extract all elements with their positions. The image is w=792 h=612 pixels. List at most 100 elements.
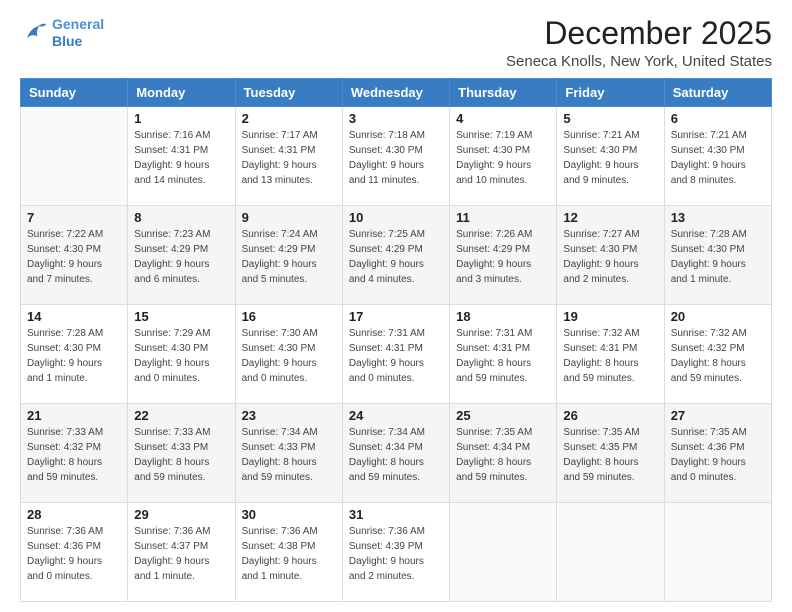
day-number: 11 [456, 210, 550, 225]
col-thursday: Thursday [450, 79, 557, 107]
day-info: Sunrise: 7:30 AM Sunset: 4:30 PM Dayligh… [242, 326, 336, 386]
day-number: 16 [242, 309, 336, 324]
page: General Blue December 2025 Seneca Knolls… [0, 0, 792, 612]
day-info: Sunrise: 7:19 AM Sunset: 4:30 PM Dayligh… [456, 128, 550, 188]
day-info: Sunrise: 7:36 AM Sunset: 4:36 PM Dayligh… [27, 524, 121, 584]
table-row: 13 Sunrise: 7:28 AM Sunset: 4:30 PM Dayli… [664, 206, 771, 305]
day-number: 28 [27, 507, 121, 522]
month-title: December 2025 [506, 16, 772, 51]
day-number: 17 [349, 309, 443, 324]
day-number: 27 [671, 408, 765, 423]
day-number: 24 [349, 408, 443, 423]
table-row: 31 Sunrise: 7:36 AM Sunset: 4:39 PM Dayli… [342, 503, 449, 602]
header: General Blue December 2025 Seneca Knolls… [20, 16, 772, 70]
day-number: 31 [349, 507, 443, 522]
day-number: 21 [27, 408, 121, 423]
table-row: 14Sunrise: 7:28 AM Sunset: 4:30 PM Dayli… [21, 305, 128, 404]
table-row: 20 Sunrise: 7:32 AM Sunset: 4:32 PM Dayli… [664, 305, 771, 404]
table-row: 16 Sunrise: 7:30 AM Sunset: 4:30 PM Dayli… [235, 305, 342, 404]
day-info: Sunrise: 7:34 AM Sunset: 4:33 PM Dayligh… [242, 425, 336, 485]
day-number: 7 [27, 210, 121, 225]
col-friday: Friday [557, 79, 664, 107]
table-row: 24 Sunrise: 7:34 AM Sunset: 4:34 PM Dayli… [342, 404, 449, 503]
day-info: Sunrise: 7:26 AM Sunset: 4:29 PM Dayligh… [456, 227, 550, 287]
day-number: 4 [456, 111, 550, 126]
calendar-week-row: 1 Sunrise: 7:16 AM Sunset: 4:31 PM Daylig… [21, 107, 772, 206]
table-row: 11 Sunrise: 7:26 AM Sunset: 4:29 PM Dayli… [450, 206, 557, 305]
table-row: 26 Sunrise: 7:35 AM Sunset: 4:35 PM Dayli… [557, 404, 664, 503]
day-number: 23 [242, 408, 336, 423]
day-number: 8 [134, 210, 228, 225]
day-number: 12 [563, 210, 657, 225]
day-number: 26 [563, 408, 657, 423]
day-number: 25 [456, 408, 550, 423]
day-info: Sunrise: 7:17 AM Sunset: 4:31 PM Dayligh… [242, 128, 336, 188]
day-number: 30 [242, 507, 336, 522]
day-info: Sunrise: 7:36 AM Sunset: 4:38 PM Dayligh… [242, 524, 336, 584]
table-row: 22Sunrise: 7:33 AM Sunset: 4:33 PM Dayli… [128, 404, 235, 503]
col-monday: Monday [128, 79, 235, 107]
day-info: Sunrise: 7:36 AM Sunset: 4:39 PM Dayligh… [349, 524, 443, 584]
table-row: 12 Sunrise: 7:27 AM Sunset: 4:30 PM Dayli… [557, 206, 664, 305]
table-row: 23 Sunrise: 7:34 AM Sunset: 4:33 PM Dayli… [235, 404, 342, 503]
day-info: Sunrise: 7:24 AM Sunset: 4:29 PM Dayligh… [242, 227, 336, 287]
day-number: 9 [242, 210, 336, 225]
table-row: 27 Sunrise: 7:35 AM Sunset: 4:36 PM Dayli… [664, 404, 771, 503]
table-row [21, 107, 128, 206]
day-number: 15 [134, 309, 228, 324]
table-row: 29 Sunrise: 7:36 AM Sunset: 4:37 PM Dayli… [128, 503, 235, 602]
day-info: Sunrise: 7:27 AM Sunset: 4:30 PM Dayligh… [563, 227, 657, 287]
day-info: Sunrise: 7:32 AM Sunset: 4:32 PM Dayligh… [671, 326, 765, 386]
day-info: Sunrise: 7:25 AM Sunset: 4:29 PM Dayligh… [349, 227, 443, 287]
table-row: 7Sunrise: 7:22 AM Sunset: 4:30 PM Daylig… [21, 206, 128, 305]
day-number: 10 [349, 210, 443, 225]
day-number: 3 [349, 111, 443, 126]
col-wednesday: Wednesday [342, 79, 449, 107]
col-sunday: Sunday [21, 79, 128, 107]
day-info: Sunrise: 7:35 AM Sunset: 4:35 PM Dayligh… [563, 425, 657, 485]
day-number: 20 [671, 309, 765, 324]
table-row: 2 Sunrise: 7:17 AM Sunset: 4:31 PM Daylig… [235, 107, 342, 206]
day-info: Sunrise: 7:16 AM Sunset: 4:31 PM Dayligh… [134, 128, 228, 188]
day-info: Sunrise: 7:35 AM Sunset: 4:34 PM Dayligh… [456, 425, 550, 485]
day-info: Sunrise: 7:35 AM Sunset: 4:36 PM Dayligh… [671, 425, 765, 485]
table-row [557, 503, 664, 602]
day-number: 19 [563, 309, 657, 324]
table-row: 19 Sunrise: 7:32 AM Sunset: 4:31 PM Dayli… [557, 305, 664, 404]
table-row: 25 Sunrise: 7:35 AM Sunset: 4:34 PM Dayli… [450, 404, 557, 503]
day-info: Sunrise: 7:34 AM Sunset: 4:34 PM Dayligh… [349, 425, 443, 485]
day-number: 2 [242, 111, 336, 126]
day-number: 29 [134, 507, 228, 522]
table-row: 6Sunrise: 7:21 AM Sunset: 4:30 PM Daylig… [664, 107, 771, 206]
table-row: 21Sunrise: 7:33 AM Sunset: 4:32 PM Dayli… [21, 404, 128, 503]
logo-icon [20, 19, 48, 47]
table-row [450, 503, 557, 602]
day-info: Sunrise: 7:32 AM Sunset: 4:31 PM Dayligh… [563, 326, 657, 386]
day-info: Sunrise: 7:31 AM Sunset: 4:31 PM Dayligh… [349, 326, 443, 386]
calendar-table: Sunday Monday Tuesday Wednesday Thursday… [20, 78, 772, 602]
title-block: December 2025 Seneca Knolls, New York, U… [506, 16, 772, 70]
day-info: Sunrise: 7:28 AM Sunset: 4:30 PM Dayligh… [671, 227, 765, 287]
table-row: 28 Sunrise: 7:36 AM Sunset: 4:36 PM Dayli… [21, 503, 128, 602]
day-number: 5 [563, 111, 657, 126]
day-info: Sunrise: 7:36 AM Sunset: 4:37 PM Dayligh… [134, 524, 228, 584]
table-row: 15Sunrise: 7:29 AM Sunset: 4:30 PM Dayli… [128, 305, 235, 404]
table-row: 1 Sunrise: 7:16 AM Sunset: 4:31 PM Daylig… [128, 107, 235, 206]
day-number: 13 [671, 210, 765, 225]
day-number: 6 [671, 111, 765, 126]
calendar-week-row: 14Sunrise: 7:28 AM Sunset: 4:30 PM Dayli… [21, 305, 772, 404]
logo: General Blue [20, 16, 104, 50]
table-row: 18Sunrise: 7:31 AM Sunset: 4:31 PM Dayli… [450, 305, 557, 404]
day-info: Sunrise: 7:28 AM Sunset: 4:30 PM Dayligh… [27, 326, 121, 386]
day-info: Sunrise: 7:33 AM Sunset: 4:33 PM Dayligh… [134, 425, 228, 485]
table-row: 3Sunrise: 7:18 AM Sunset: 4:30 PM Daylig… [342, 107, 449, 206]
calendar-week-row: 21Sunrise: 7:33 AM Sunset: 4:32 PM Dayli… [21, 404, 772, 503]
col-tuesday: Tuesday [235, 79, 342, 107]
table-row: 9 Sunrise: 7:24 AM Sunset: 4:29 PM Daylig… [235, 206, 342, 305]
table-row: 4 Sunrise: 7:19 AM Sunset: 4:30 PM Daylig… [450, 107, 557, 206]
logo-text: General Blue [52, 16, 104, 50]
day-info: Sunrise: 7:21 AM Sunset: 4:30 PM Dayligh… [563, 128, 657, 188]
col-saturday: Saturday [664, 79, 771, 107]
day-info: Sunrise: 7:31 AM Sunset: 4:31 PM Dayligh… [456, 326, 550, 386]
day-number: 1 [134, 111, 228, 126]
